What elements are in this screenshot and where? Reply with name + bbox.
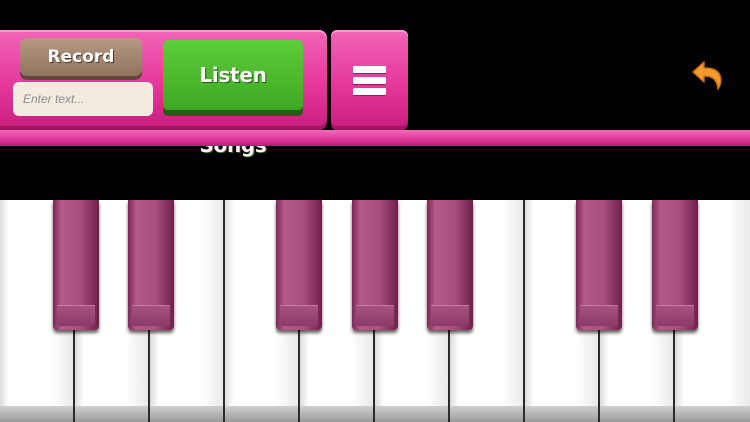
undo-arrow-icon[interactable] [690,56,730,96]
pink-divider-bar [0,130,750,146]
black-key[interactable] [276,200,322,330]
black-key[interactable] [128,200,174,330]
menu-button[interactable] [331,30,408,130]
black-key[interactable] [53,200,99,330]
hamburger-menu-icon [353,66,386,95]
piano-keyboard [0,200,750,422]
black-key[interactable] [576,200,622,330]
piano-app-screen: Record Listen Songs [0,0,750,422]
black-key[interactable] [652,200,698,330]
listen-songs-button[interactable]: Listen Songs [163,40,303,157]
black-key[interactable] [427,200,473,330]
song-name-input[interactable] [13,82,153,116]
record-button[interactable]: Record [20,38,142,76]
black-key[interactable] [352,200,398,330]
